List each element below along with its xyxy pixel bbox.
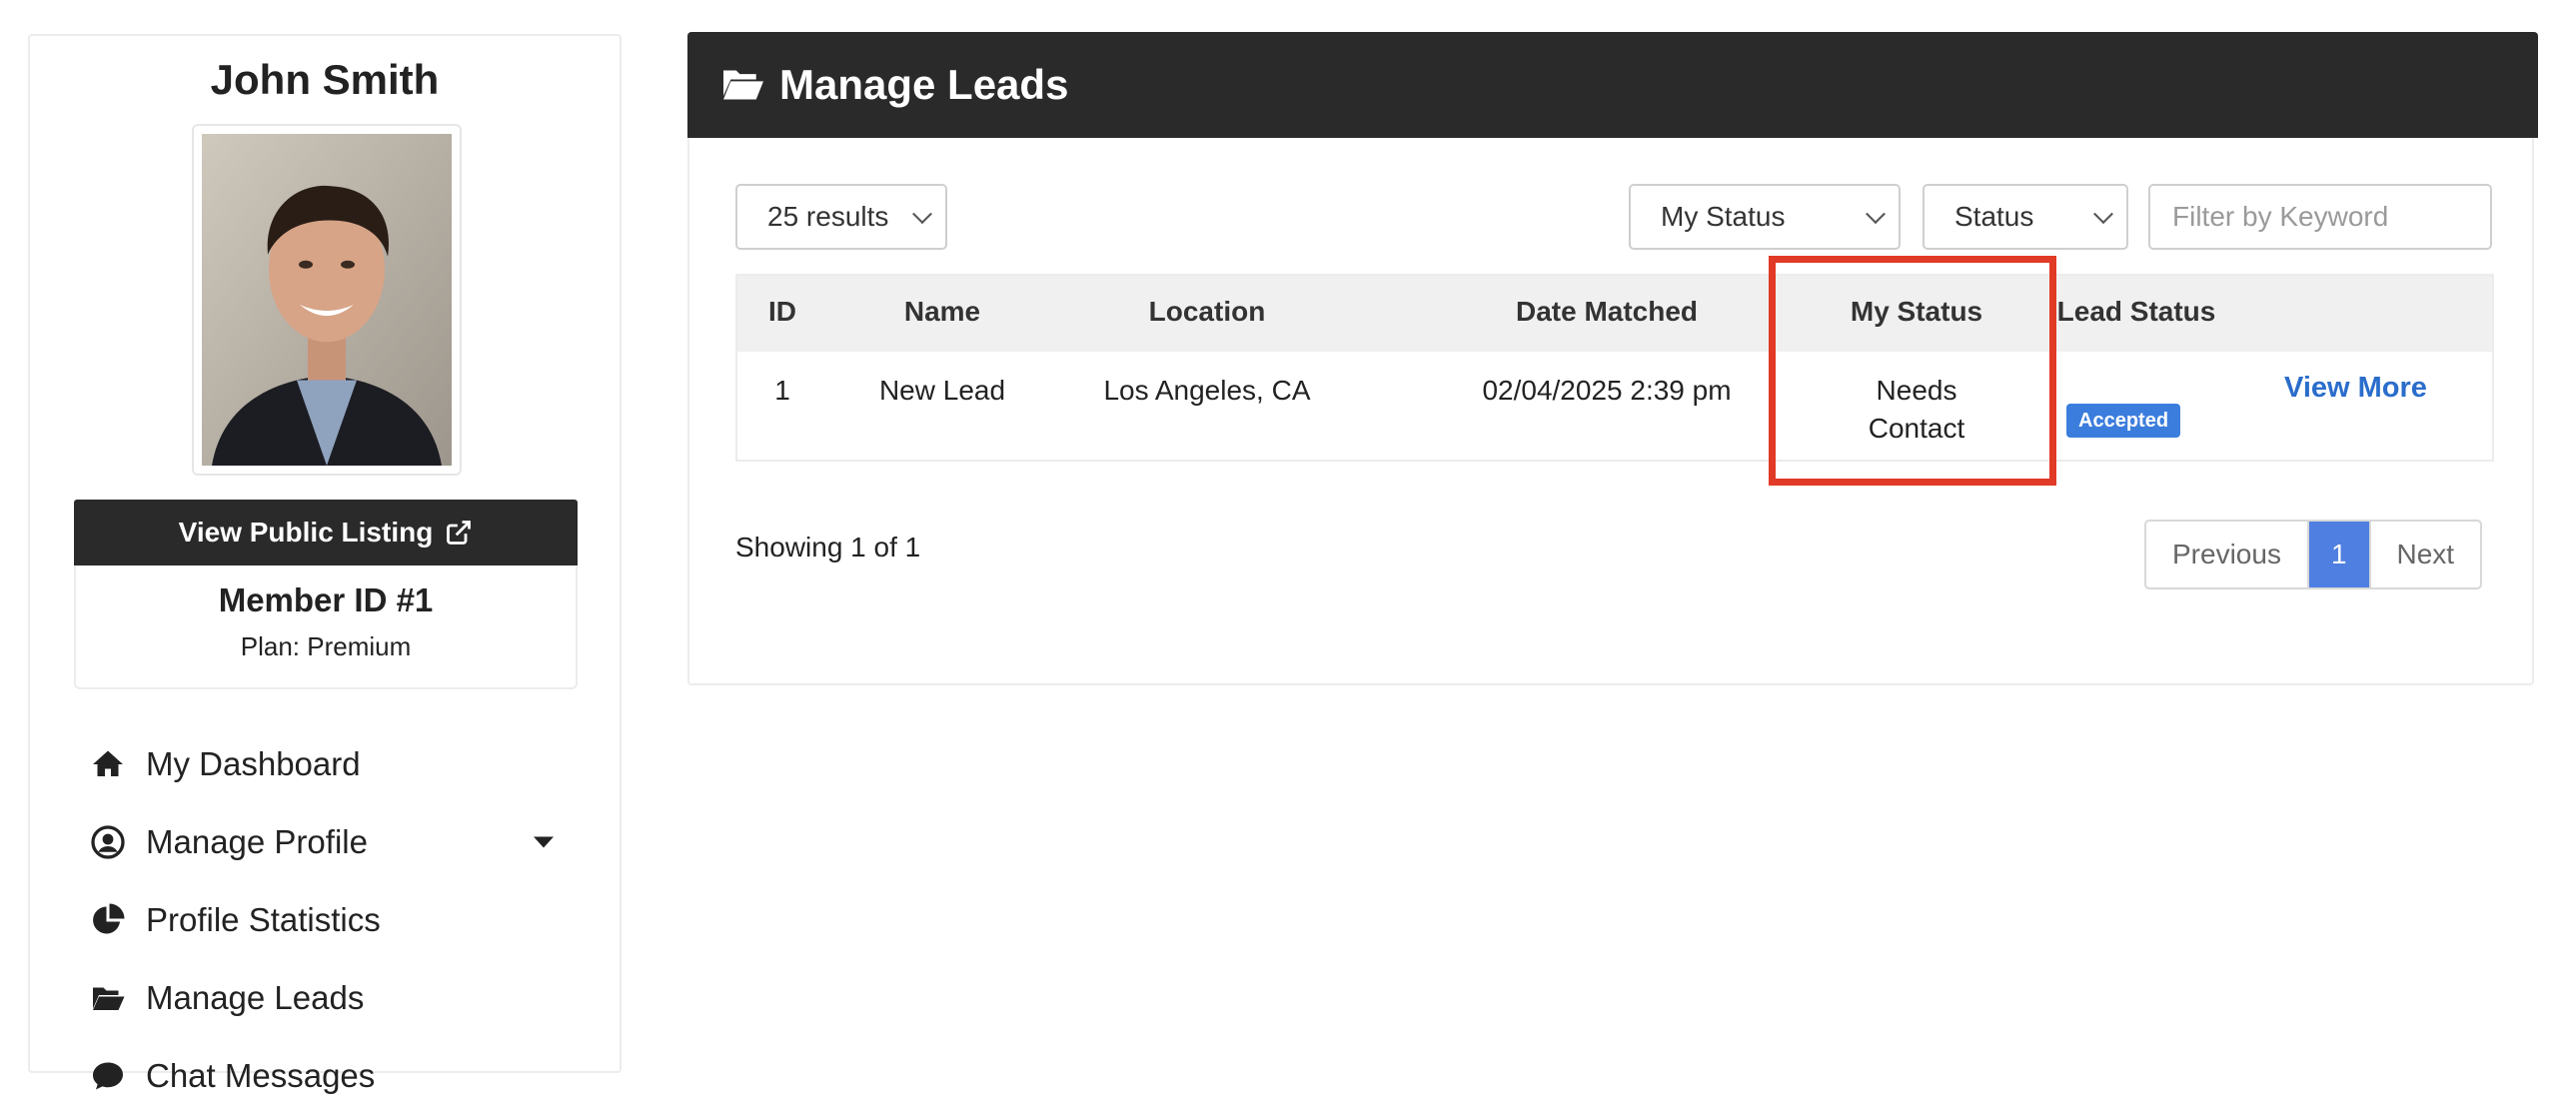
view-more-link[interactable]: View More <box>2284 372 2427 405</box>
column-header-lead-status: Lead Status <box>2056 296 2216 327</box>
lead-name: New Lead <box>878 375 1006 406</box>
pie-chart-icon <box>93 903 125 934</box>
status-select[interactable]: Status <box>1923 184 2128 250</box>
external-link-icon <box>447 521 472 545</box>
pagination: Previous 1 Next <box>2144 520 2483 589</box>
table-header: ID Name Location Date Matched My Status … <box>737 276 2492 352</box>
view-public-listing-label: View Public Listing <box>178 517 434 548</box>
member-id: Member ID #1 <box>218 581 434 618</box>
folder-open-icon <box>723 70 763 100</box>
sidebar-item-label: Profile Statistics <box>146 901 381 938</box>
profile-name: John Smith <box>210 56 440 103</box>
chevron-down-icon <box>1866 204 1886 225</box>
column-header-name: Name <box>903 296 981 327</box>
results-per-page-value: 25 results <box>767 201 889 232</box>
lead-id: 1 <box>774 375 790 406</box>
sidebar-item-label: My Dashboard <box>146 745 361 782</box>
chevron-down-icon <box>912 204 932 225</box>
user-circle-icon <box>91 825 125 859</box>
chevron-down-icon[interactable] <box>534 836 554 848</box>
page-1-button[interactable]: 1 <box>2308 522 2369 587</box>
lead-date-matched: 02/04/2025 2:39 pm <box>1482 375 1732 406</box>
sidebar-item-manage-profile[interactable]: Manage Profile <box>30 803 620 881</box>
view-public-listing-button[interactable]: View Public Listing <box>74 500 578 565</box>
my-status-select-value: My Status <box>1661 201 1786 232</box>
member-plan: Plan: Premium <box>240 631 412 661</box>
chevron-down-icon <box>2093 204 2113 225</box>
sidebar-nav: My Dashboard Manage Profile Profile Stat… <box>30 725 620 1115</box>
sidebar-item-manage-leads[interactable]: Manage Leads <box>30 959 620 1037</box>
my-status-select[interactable]: My Status <box>1629 184 1901 250</box>
profile-sidebar: John Smith View Public Listing Member ID… <box>28 34 622 1094</box>
keyword-filter-input[interactable] <box>2148 184 2492 250</box>
manage-leads-panel: Manage Leads 25 results My Status Status… <box>687 32 2538 685</box>
previous-page-button[interactable]: Previous <box>2146 522 2309 587</box>
column-header-location: Location <box>1148 296 1266 327</box>
sidebar-item-label: Manage Leads <box>146 979 365 1016</box>
member-info: Member ID #1 Plan: Premium <box>74 565 578 689</box>
sidebar-item-label: Manage Profile <box>146 823 368 860</box>
sidebar-item-my-dashboard[interactable]: My Dashboard <box>30 725 620 803</box>
folder-open-icon <box>93 987 125 1010</box>
sidebar-item-chat-messages[interactable]: Chat Messages <box>30 1037 620 1115</box>
next-page-button[interactable]: Next <box>2368 522 2481 587</box>
avatar <box>192 124 462 476</box>
lead-location: Los Angeles, CA <box>1103 375 1311 406</box>
results-count: Showing 1 of 1 <box>735 532 921 562</box>
home-icon <box>93 750 123 776</box>
sidebar-item-label: Chat Messages <box>146 1057 376 1094</box>
column-header-id: ID <box>768 296 796 327</box>
page-title: Manage Leads <box>779 61 1069 108</box>
status-select-value: Status <box>1954 201 2034 232</box>
lead-status-badge: Accepted <box>2066 404 2181 438</box>
column-header-date-matched: Date Matched <box>1515 296 1699 327</box>
chat-icon <box>93 1062 123 1090</box>
results-per-page-select[interactable]: 25 results <box>735 184 947 250</box>
panel-header: Manage Leads <box>687 32 2538 138</box>
my-status-highlight-box <box>1769 256 2056 486</box>
leads-table: ID Name Location Date Matched My Status … <box>735 274 2494 462</box>
sidebar-item-profile-statistics[interactable]: Profile Statistics <box>30 881 620 959</box>
